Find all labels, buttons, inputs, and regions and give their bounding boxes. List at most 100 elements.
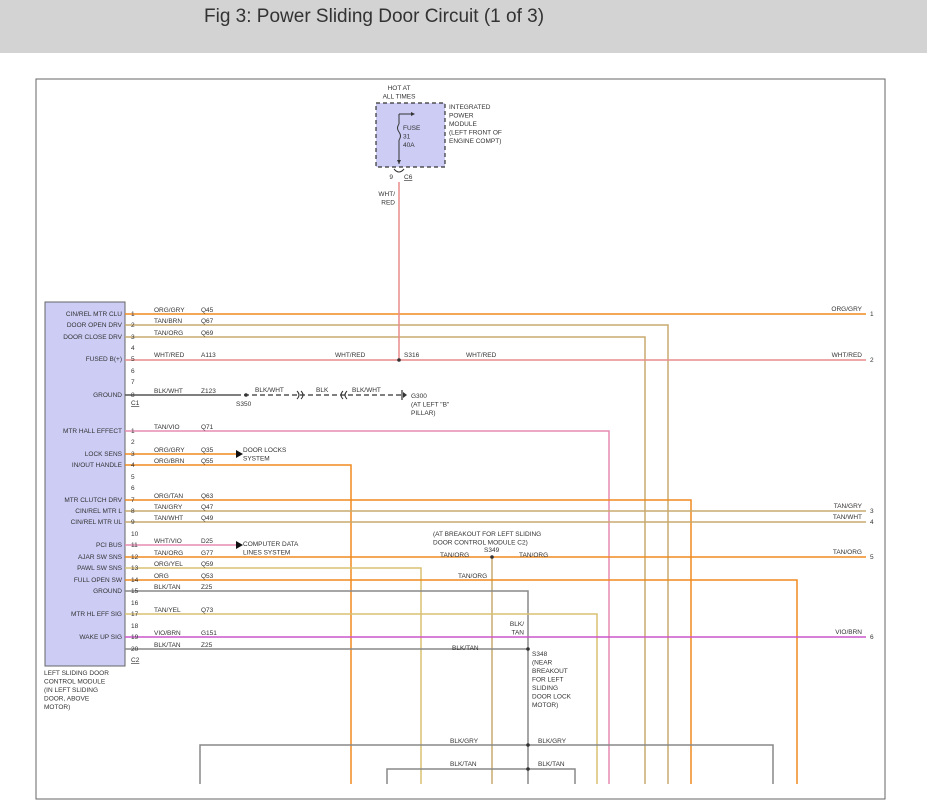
wire-org-brn-q55 <box>125 464 352 784</box>
module-pin-3-circuit: Q69 <box>201 330 214 337</box>
right-edge-1-wire-color: ORG/GRY <box>831 306 862 313</box>
module-pin-22-wire-color: ORG <box>154 573 169 580</box>
module-pin-25-name: MTR HL EFF SIG <box>71 611 122 618</box>
ipm-pin-number: 9 <box>389 174 393 181</box>
module-pin-2-name: DOOR OPEN DRV <box>67 322 123 329</box>
s349-splice-dot <box>490 555 494 559</box>
module-pin-21-name: PAWL SW SNS <box>77 565 123 572</box>
module-pin-9-number: 1 <box>131 428 135 435</box>
right-edge-1-number: 1 <box>870 311 874 318</box>
s349-label: S349 <box>484 547 500 554</box>
s348-splice-dot <box>526 647 530 651</box>
module-pin-5-wire-color: WHT/RED <box>154 352 185 359</box>
g300-label-line-2: (AT LEFT "B" <box>411 402 450 409</box>
computer-data-lines-label-line-2: LINES SYSTEM <box>243 550 290 557</box>
module-pin-28-number: 20 <box>131 646 139 653</box>
tan-org-right-label: TAN/ORG <box>519 552 548 559</box>
module-pin-1-circuit: Q45 <box>201 307 214 314</box>
module-pin-15-number: 7 <box>131 497 135 504</box>
module-pin-22-circuit: Q53 <box>201 573 214 580</box>
s348-label-line-7: MOTOR) <box>532 702 558 709</box>
module-pin-16-name: CIN/REL MTR L <box>75 508 122 515</box>
module-name-label-line-1: LEFT SLIDING DOOR <box>44 670 109 677</box>
right-edge-2-wire-color: WHT/RED <box>832 352 863 359</box>
module-pin-23-circuit: Z25 <box>201 584 213 591</box>
ipm-name-label-line-2: POWER <box>449 113 474 120</box>
tan-org-left-label: TAN/ORG <box>440 552 469 559</box>
integrated-power-module-box <box>375 102 446 168</box>
module-pin-9-name: MTR HALL EFFECT <box>63 428 122 435</box>
computer-data-lines-label-line-1: COMPUTER DATA <box>243 541 299 548</box>
module-pin-1-wire-color: ORG/GRY <box>154 307 185 314</box>
module-pin-18-number: 10 <box>131 531 139 538</box>
module-pin-22-number: 14 <box>131 577 139 584</box>
ipm-name-label-line-4: (LEFT FRONT OF <box>449 130 502 137</box>
door-locks-system-label-line-1: DOOR LOCKS <box>243 447 287 454</box>
module-pin-19-circuit: D25 <box>201 538 213 545</box>
blk-gry-left-label: BLK/GRY <box>450 738 479 745</box>
fuse-label-line-1: FUSE <box>403 125 421 132</box>
module-pin-12-number: 4 <box>131 462 135 469</box>
wire-org-yel-q59 <box>125 567 422 784</box>
module-pin-17-number: 9 <box>131 519 135 526</box>
wire-blk-gry-left <box>199 744 528 784</box>
module-pin-24-number: 16 <box>131 600 139 607</box>
diagram-frame <box>35 78 886 800</box>
module-pin-10-number: 2 <box>131 439 135 446</box>
module-pin-20-number: 12 <box>131 554 139 561</box>
module-pin-27-name: WAKE UP SIG <box>79 634 122 641</box>
fuse-label-line-3: 40A <box>403 142 415 149</box>
ipm-name-label-line-5: ENGINE COMPT) <box>449 138 501 145</box>
module-connector-c2: C2 <box>131 657 140 664</box>
module-name-label-line-4: DOOR, ABOVE <box>44 696 90 703</box>
module-pin-16-number: 8 <box>131 508 135 515</box>
blk-label: BLK <box>316 387 329 394</box>
right-edge-5-number: 5 <box>870 554 874 561</box>
module-pin-9-circuit: Q71 <box>201 424 214 431</box>
module-pin-19-number: 11 <box>131 542 138 549</box>
s348-label-line-1: S348 <box>532 651 548 658</box>
right-edge-4-wire-color: TAN/WHT <box>833 514 862 521</box>
module-pin-2-circuit: Q67 <box>201 318 214 325</box>
module-pin-6-number: 6 <box>131 368 135 375</box>
module-pin-5-name: FUSED B(+) <box>86 356 122 363</box>
right-edge-6-wire-color: VIO/BRN <box>835 629 862 636</box>
module-pin-20-name: AJAR SW SNS <box>78 554 123 561</box>
module-pin-28-circuit: Z25 <box>201 642 213 649</box>
module-pin-21-circuit: Q59 <box>201 561 214 568</box>
right-edge-4-number: 4 <box>870 519 874 526</box>
ipm-wire-color-line-1: WHT/ <box>378 191 395 198</box>
wire-tan-vio-q71 <box>125 430 610 784</box>
module-pin-4-number: 4 <box>131 345 135 352</box>
module-pin-3-number: 3 <box>131 334 135 341</box>
blk-tan-splice-dot <box>526 767 530 771</box>
s350-splice-dot <box>244 393 248 397</box>
s348-label-line-2: (NEAR <box>532 660 553 667</box>
s350-label: S350 <box>236 401 252 408</box>
module-pin-8-name: GROUND <box>93 392 122 399</box>
module-pin-11-number: 3 <box>131 451 135 458</box>
module-pin-2-wire-color: TAN/BRN <box>154 318 182 325</box>
wht-red-mid-label: WHT/RED <box>335 352 366 359</box>
blk-tan-vertical-label-line-1: BLK/ <box>510 621 524 628</box>
module-pin-9-wire-color: TAN/VIO <box>154 424 180 431</box>
module-name-label-line-3: (IN LEFT SLIDING <box>44 687 98 694</box>
s316-splice-dot <box>397 358 401 362</box>
right-edge-6-number: 6 <box>870 634 874 641</box>
module-name-label-line-2: CONTROL MODULE <box>44 679 106 686</box>
wire-tan-yel-q73 <box>125 613 598 784</box>
ipm-name-label-line-1: INTEGRATED <box>449 104 491 111</box>
module-pin-13-number: 5 <box>131 474 135 481</box>
module-pin-8-number: 8 <box>131 392 135 399</box>
s348-label-line-6: DOOR LOCK <box>532 694 572 701</box>
blk-gry-right-label: BLK/GRY <box>538 738 567 745</box>
blk-tan-vertical-label-line-2: TAN <box>511 630 524 637</box>
module-name-label-line-5: MOTOR) <box>44 704 70 711</box>
wire-org-q53 <box>125 579 798 784</box>
module-pin-7-number: 7 <box>131 379 135 386</box>
blk-wht-a-label: BLK/WHT <box>255 387 284 394</box>
blk-tan-low-left-label: BLK/TAN <box>450 761 477 768</box>
module-pin-15-wire-color: ORG/TAN <box>154 493 183 500</box>
module-pin-12-wire-color: ORG/BRN <box>154 458 185 465</box>
module-pin-22-name: FULL OPEN SW <box>74 577 123 584</box>
